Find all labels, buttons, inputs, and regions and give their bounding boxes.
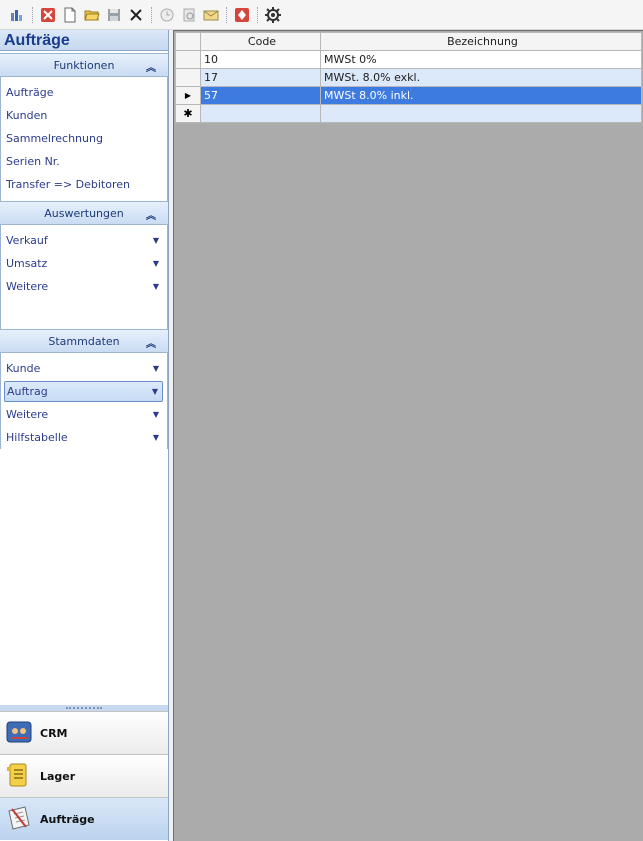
link-label: Kunde (6, 362, 41, 375)
group-body-stammdaten: Kunde ▼ Auftrag ▼ Weitere ▼ Hilfstabelle ▼ (0, 353, 168, 449)
settings-icon[interactable] (263, 5, 283, 25)
nav-button-crm[interactable]: CRM (0, 711, 168, 754)
table-row-selected[interactable]: ▶ 57 MWSt 8.0% inkl. (175, 86, 642, 105)
link-label: Hilfstabelle (6, 431, 68, 444)
save-icon[interactable] (104, 5, 124, 25)
current-row-indicator-icon[interactable]: ▶ (175, 86, 201, 105)
link-kunde[interactable]: Kunde ▼ (1, 357, 167, 380)
column-header-code[interactable]: Code (200, 32, 321, 51)
group-title: Auswertungen (44, 206, 124, 220)
link-label: Umsatz (6, 257, 48, 270)
print-preview-icon[interactable] (179, 5, 199, 25)
cell-bezeichnung-new[interactable] (320, 104, 642, 123)
nav-button-label: Lager (40, 769, 76, 783)
pdf-icon[interactable] (232, 5, 252, 25)
link-label: Weitere (6, 408, 49, 421)
delete-icon[interactable] (126, 5, 146, 25)
group-header-funktionen[interactable]: Funktionen ︽ (0, 53, 168, 77)
collapse-chevron-icon[interactable]: ︽ (146, 207, 156, 222)
auftraege-icon (6, 805, 32, 834)
toolbar-separator (151, 6, 152, 23)
dropdown-arrow-icon[interactable]: ▼ (153, 252, 159, 275)
cell-bezeichnung[interactable]: MWSt 0% (320, 50, 642, 69)
dropdown-arrow-icon[interactable]: ▼ (153, 275, 159, 298)
link-umsatz[interactable]: Umsatz ▼ (1, 252, 167, 275)
cell-code[interactable]: 10 (200, 50, 321, 69)
link-auftraege[interactable]: Aufträge (1, 81, 167, 104)
link-label: Weitere (6, 280, 49, 293)
row-header[interactable] (175, 68, 201, 87)
group-title: Stammdaten (48, 334, 120, 348)
collapse-chevron-icon[interactable]: ︽ (146, 335, 156, 350)
toolbar (0, 0, 643, 30)
row-header[interactable] (175, 50, 201, 69)
new-document-icon[interactable] (60, 5, 80, 25)
group-body-funktionen: Aufträge Kunden Sammelrechnung Serien Nr… (0, 77, 168, 201)
cell-code[interactable]: 57 (200, 86, 321, 105)
new-row-indicator-icon[interactable]: ✱ (175, 104, 201, 123)
nav-button-label: CRM (40, 726, 68, 740)
cell-code-new[interactable] (200, 104, 321, 123)
link-weitere-auswertungen[interactable]: Weitere ▼ (1, 275, 167, 298)
lager-icon (6, 762, 32, 791)
toolbar-separator (257, 6, 258, 23)
link-verkauf[interactable]: Verkauf ▼ (1, 229, 167, 252)
open-folder-icon[interactable] (82, 5, 102, 25)
link-label: Auftrag (7, 385, 48, 398)
group-body-auswertungen: Verkauf ▼ Umsatz ▼ Weitere ▼ (0, 225, 168, 329)
data-grid-area: Code Bezeichnung 10 MWSt 0% 17 MWSt. 8.0… (173, 30, 643, 841)
nav-button-label: Aufträge (40, 812, 95, 826)
link-transfer-debitoren[interactable]: Transfer => Debitoren (1, 173, 167, 196)
link-hilfstabelle[interactable]: Hilfstabelle ▼ (1, 426, 167, 449)
column-header-bezeichnung[interactable]: Bezeichnung (320, 32, 642, 51)
link-serien-nr[interactable]: Serien Nr. (1, 150, 167, 173)
group-header-auswertungen[interactable]: Auswertungen ︽ (0, 201, 168, 225)
link-kunden[interactable]: Kunden (1, 104, 167, 127)
grid-header-row: Code Bezeichnung (175, 32, 642, 51)
chart-icon[interactable] (7, 5, 27, 25)
dropdown-arrow-icon[interactable]: ▼ (152, 382, 158, 401)
link-weitere-stammdaten[interactable]: Weitere ▼ (1, 403, 167, 426)
navigation-panel: Aufträge Funktionen ︽ Aufträge Kunden Sa… (0, 30, 169, 841)
dropdown-arrow-icon[interactable]: ▼ (153, 426, 159, 449)
nav-button-lager[interactable]: Lager (0, 754, 168, 797)
data-grid: Code Bezeichnung 10 MWSt 0% 17 MWSt. 8.0… (175, 32, 642, 123)
toolbar-separator (226, 6, 227, 23)
group-header-stammdaten[interactable]: Stammdaten ︽ (0, 329, 168, 353)
dropdown-arrow-icon[interactable]: ▼ (153, 403, 159, 426)
table-row[interactable]: 17 MWSt. 8.0% exkl. (175, 68, 642, 87)
group-title: Funktionen (53, 58, 115, 72)
link-auftrag[interactable]: Auftrag ▼ (4, 381, 163, 402)
collapse-chevron-icon[interactable]: ︽ (146, 59, 156, 74)
close-window-icon[interactable] (38, 5, 58, 25)
nav-button-auftraege[interactable]: Aufträge (0, 797, 168, 840)
dropdown-arrow-icon[interactable]: ▼ (153, 357, 159, 380)
cell-code[interactable]: 17 (200, 68, 321, 87)
toolbar-separator (32, 6, 33, 23)
link-sammelrechnung[interactable]: Sammelrechnung (1, 127, 167, 150)
cell-bezeichnung[interactable]: MWSt. 8.0% exkl. (320, 68, 642, 87)
new-row[interactable]: ✱ (175, 104, 642, 123)
row-header-corner[interactable] (175, 32, 201, 51)
link-label: Verkauf (6, 234, 48, 247)
email-icon[interactable] (201, 5, 221, 25)
crm-icon (6, 719, 32, 748)
cell-bezeichnung[interactable]: MWSt 8.0% inkl. (320, 86, 642, 105)
table-row[interactable]: 10 MWSt 0% (175, 50, 642, 69)
dropdown-arrow-icon[interactable]: ▼ (153, 229, 159, 252)
module-title: Aufträge (0, 30, 168, 51)
clock-icon[interactable] (157, 5, 177, 25)
